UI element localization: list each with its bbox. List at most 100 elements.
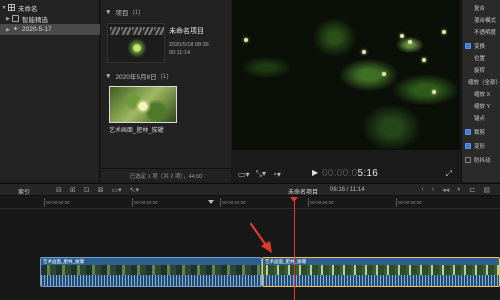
library-item-root[interactable]: ▼ 未命名 — [0, 2, 100, 13]
project-duration: 00:11:14 — [169, 50, 191, 56]
clip-appearance-icon[interactable]: ▤ — [483, 186, 490, 194]
timecode-value: 5:16 — [357, 168, 379, 179]
group-count: (1) — [160, 72, 169, 80]
crop-checkbox[interactable] — [465, 129, 471, 135]
transform-checkbox[interactable] — [465, 43, 471, 49]
inspector-label: 缩放 X — [474, 92, 491, 98]
ruler-tick: 00:00:00:00 — [44, 198, 70, 207]
inspector-row-rotation[interactable]: 旋转 — [462, 64, 500, 76]
timeline-ruler[interactable]: 00:00:00:00 00:00:02:00 00:00:04:00 00:0… — [0, 197, 500, 209]
index-button[interactable]: 索引 — [18, 187, 30, 196]
flower — [382, 72, 386, 76]
timeline-duration: 06:16 / 11:14 — [330, 187, 365, 193]
timeline-header: 索引 ⊟ ⊞ ⊡ ⊠ ▭▾ ↖▾ 未命名项目 06:16 / 11:14 ‹ ›… — [0, 183, 500, 196]
library-item-event[interactable]: ▶ ✦ 2020-5-17 — [0, 24, 100, 35]
inspector-row-distort[interactable]: 变形 — [462, 140, 500, 152]
grid-icon — [8, 4, 15, 11]
flower — [400, 34, 404, 38]
audio-skimming-icon[interactable]: ◂◂ — [442, 186, 449, 194]
disclosure-open-icon[interactable]: ▼ — [0, 5, 8, 11]
inspector-label: 裁剪 — [474, 130, 486, 136]
flower — [422, 58, 426, 62]
play-icon[interactable]: ▶ — [312, 168, 318, 177]
group-header-projects[interactable]: ▼ 项目 (1) — [105, 7, 141, 18]
clip-audio-waveform — [263, 275, 499, 286]
inspector-row-compositing: 复合 — [462, 2, 500, 14]
inspector-panel: 复合 混合模式 不透明度 变换 位置 旋转 缩放（全部） 缩放 X 缩放 Y 锚… — [461, 0, 500, 182]
back-icon[interactable]: ‹ — [422, 186, 424, 194]
library-item-smart-collections[interactable]: ▶ 智能精选 — [0, 13, 100, 24]
project-date: 2020/5/18 08:36 — [169, 42, 209, 48]
inspector-row-position[interactable]: 位置 — [462, 52, 500, 64]
inspector-row-scale-y[interactable]: 缩放 Y — [462, 100, 500, 112]
select-tool-icon[interactable]: ↖▾ — [130, 186, 139, 194]
timeline-clip-selected[interactable]: 艺术画面_肥林_拔罐 — [262, 257, 500, 287]
inspector-row-transform[interactable]: 变换 — [462, 40, 500, 52]
inspector-row-scale-x[interactable]: 缩放 X — [462, 88, 500, 100]
inspector-label: 缩放 Y — [474, 104, 491, 110]
playhead[interactable] — [294, 197, 295, 300]
inspector-row-scale-all[interactable]: 缩放（全部） — [462, 76, 500, 88]
flower — [408, 40, 412, 44]
stabilization-checkbox[interactable] — [465, 157, 471, 163]
inspector-label: 缩放（全部） — [467, 80, 500, 86]
disclosure-closed-icon[interactable]: ▶ — [4, 27, 12, 33]
project-thumb-image — [128, 38, 146, 58]
inspector-label: 变形 — [474, 144, 486, 150]
view-options-icon[interactable]: ▭▾ — [238, 170, 250, 179]
flower — [432, 90, 436, 94]
inspector-label: 位置 — [474, 56, 486, 62]
disclosure-open-icon[interactable]: ▼ — [105, 73, 111, 80]
viewer-controls: ▭▾ ⤡▾ ◔▾ ▶ 00:00:05:16 ⤢ — [232, 166, 460, 182]
library-item-label: 未命名 — [18, 5, 38, 13]
forward-icon[interactable]: › — [432, 186, 434, 194]
skimmer-marker[interactable] — [208, 200, 214, 204]
clip-audio-waveform — [41, 275, 261, 286]
ruler-tick: 00:00:06:00 — [308, 198, 334, 207]
distort-checkbox[interactable] — [465, 143, 471, 149]
inspector-label: 复合 — [474, 6, 486, 12]
timeline-project-name: 未命名项目 — [288, 190, 319, 196]
inspector-label: 变换 — [474, 44, 486, 50]
flower — [362, 50, 366, 54]
inspector-row-crop[interactable]: 裁剪 — [462, 126, 500, 138]
timeline-clip[interactable]: 艺术画面_肥林_拔罐 — [40, 257, 262, 287]
append-clip-icon[interactable]: ⊡ — [84, 186, 90, 194]
disclosure-open-icon[interactable]: ▼ — [105, 9, 111, 16]
inspector-row-stabilization[interactable]: 防抖动 — [462, 154, 500, 166]
transform-tool-icon[interactable]: ⤡▾ — [256, 169, 266, 179]
inspector-row-anchor[interactable]: 锚点 — [462, 112, 500, 124]
viewer-image — [232, 0, 460, 150]
inspector-row-blend-mode[interactable]: 混合模式 — [462, 14, 500, 26]
fullscreen-icon[interactable]: ⤢ — [446, 169, 452, 179]
overwrite-clip-icon[interactable]: ⊠ — [98, 186, 104, 194]
group-count: (1) — [132, 8, 141, 16]
ruler-tick: 00:00:02:00 — [132, 198, 158, 207]
clip-caption: 艺术画面_肥林_拔罐 — [109, 128, 164, 134]
browser-status: 已选定 1 项（共 2 项），44:00 — [101, 168, 231, 182]
timeline-tools: ⊟ ⊞ ⊡ ⊠ ▭▾ ↖▾ — [56, 186, 139, 194]
library-item-label: 2020-5-17 — [22, 26, 52, 33]
inspector-row-opacity[interactable]: 不透明度 — [462, 26, 500, 38]
inspector-label: 混合模式 — [474, 18, 497, 24]
solo-icon[interactable]: ◐ — [457, 186, 461, 194]
flower — [244, 38, 248, 42]
source-menu-icon[interactable]: ▭▾ — [112, 186, 122, 194]
project-thumbnail[interactable] — [107, 23, 165, 63]
inspector-label: 防抖动 — [474, 158, 491, 164]
library-sidebar: ▼ 未命名 ▶ 智能精选 ▶ ✦ 2020-5-17 — [0, 0, 100, 182]
insert-clip-icon[interactable]: ⊞ — [70, 186, 76, 194]
group-header-date[interactable]: ▼ 2020年5月8日 (1) — [105, 71, 169, 82]
disclosure-closed-icon[interactable]: ▶ — [4, 16, 12, 22]
group-label: 2020年5月8日 — [115, 74, 157, 81]
viewer-panel: ▭▾ ⤡▾ ◔▾ ▶ 00:00:05:16 ⤢ — [232, 0, 460, 182]
connect-clip-icon[interactable]: ⊟ — [56, 186, 62, 194]
red-arrow-annotation — [249, 222, 272, 253]
group-label: 项目 — [115, 10, 129, 17]
speed-icon[interactable]: ◔▾ — [272, 170, 281, 179]
star-icon: ✦ — [12, 26, 19, 33]
clip-thumbnail[interactable] — [109, 86, 177, 123]
snapping-icon[interactable]: ⊏ — [470, 186, 476, 194]
project-title[interactable]: 未命名项目 — [169, 26, 204, 36]
timeline-right-controls: ‹ › ◂◂ ◐ ⊏ ▤ — [422, 186, 490, 194]
